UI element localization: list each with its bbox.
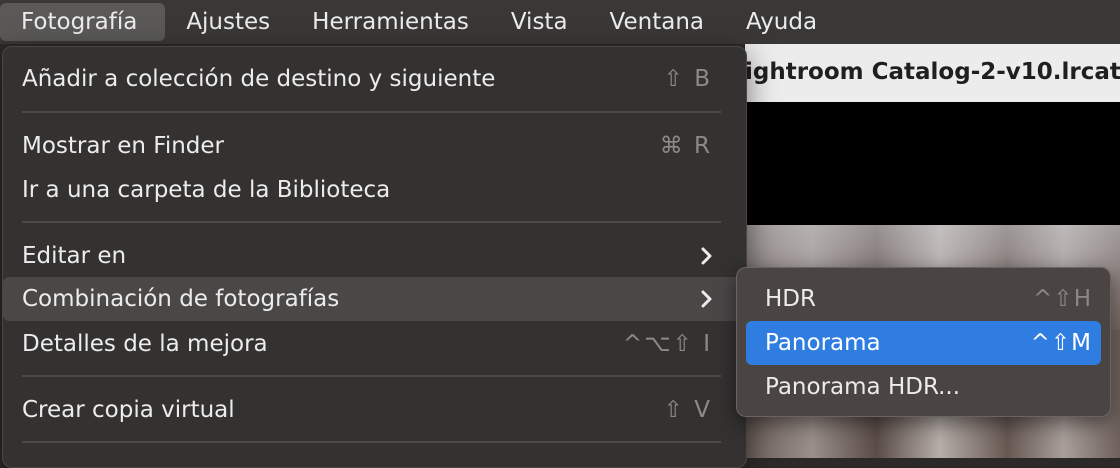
menu-item-label: Añadir a colección de destino y siguient… <box>22 66 496 92</box>
shortcut-label: ^⇧H <box>1033 286 1092 312</box>
menu-herramientas[interactable]: Herramientas <box>291 3 490 41</box>
submenu-item-label: HDR <box>765 286 816 312</box>
menu-bar: Fotografía Ajustes Herramientas Vista Ve… <box>0 0 1120 44</box>
menu-item-mostrar-finder[interactable]: Mostrar en Finder ⌘ R <box>3 124 744 168</box>
window-toolbar-area <box>745 102 1120 225</box>
menu-item-label: Editar en <box>22 243 127 269</box>
menu-separator <box>22 111 721 113</box>
menu-item-anadir-coleccion[interactable]: Añadir a colección de destino y siguient… <box>3 57 744 101</box>
combinacion-submenu: HDR ^⇧H Panorama ^⇧M Panorama HDR... <box>736 267 1111 417</box>
submenu-item-panorama-hdr[interactable]: Panorama HDR... <box>746 365 1101 409</box>
shortcut-label: ^⌥⇧ I <box>622 331 712 357</box>
submenu-item-label: Panorama <box>765 330 881 356</box>
menu-item-label: Mostrar en Finder <box>22 133 225 159</box>
menu-separator <box>22 441 721 443</box>
menu-ayuda[interactable]: Ayuda <box>725 3 838 41</box>
menu-item-label: Detalles de la mejora <box>22 331 268 357</box>
menu-item-editar-en[interactable]: Editar en <box>3 234 744 278</box>
menu-fotografia[interactable]: Fotografía <box>0 3 166 41</box>
shortcut-label: ⇧ V <box>663 397 712 423</box>
menu-item-combinacion[interactable]: Combinación de fotografías <box>3 277 744 321</box>
shortcut-label: ⌘ R <box>659 133 712 159</box>
menu-separator <box>22 375 721 377</box>
menu-ajustes[interactable]: Ajustes <box>165 3 291 41</box>
window-titlebar: ightroom Catalog-2-v10.lrcat <box>745 44 1120 102</box>
shortcut-label: ^⇧M <box>1030 330 1092 356</box>
menu-separator <box>22 221 721 223</box>
submenu-item-label: Panorama HDR... <box>765 374 961 400</box>
menu-item-detalles-mejora[interactable]: Detalles de la mejora ^⌥⇧ I <box>3 322 744 366</box>
menu-item-crear-copia[interactable]: Crear copia virtual ⇧ V <box>3 388 744 432</box>
shortcut-label: ⇧ B <box>663 66 712 92</box>
submenu-item-hdr[interactable]: HDR ^⇧H <box>746 277 1101 321</box>
menu-item-label: Crear copia virtual <box>22 397 235 423</box>
menu-ventana[interactable]: Ventana <box>589 3 725 41</box>
menu-item-ir-carpeta[interactable]: Ir a una carpeta de la Biblioteca <box>3 168 744 212</box>
menu-item-label: Combinación de fotografías <box>22 286 340 312</box>
menu-vista[interactable]: Vista <box>490 3 589 41</box>
submenu-item-panorama[interactable]: Panorama ^⇧M <box>746 321 1101 365</box>
fotografia-dropdown: Añadir a colección de destino y siguient… <box>2 46 747 468</box>
menu-item-label: Ir a una carpeta de la Biblioteca <box>22 177 391 203</box>
window-title: ightroom Catalog-2-v10.lrcat <box>745 59 1120 85</box>
